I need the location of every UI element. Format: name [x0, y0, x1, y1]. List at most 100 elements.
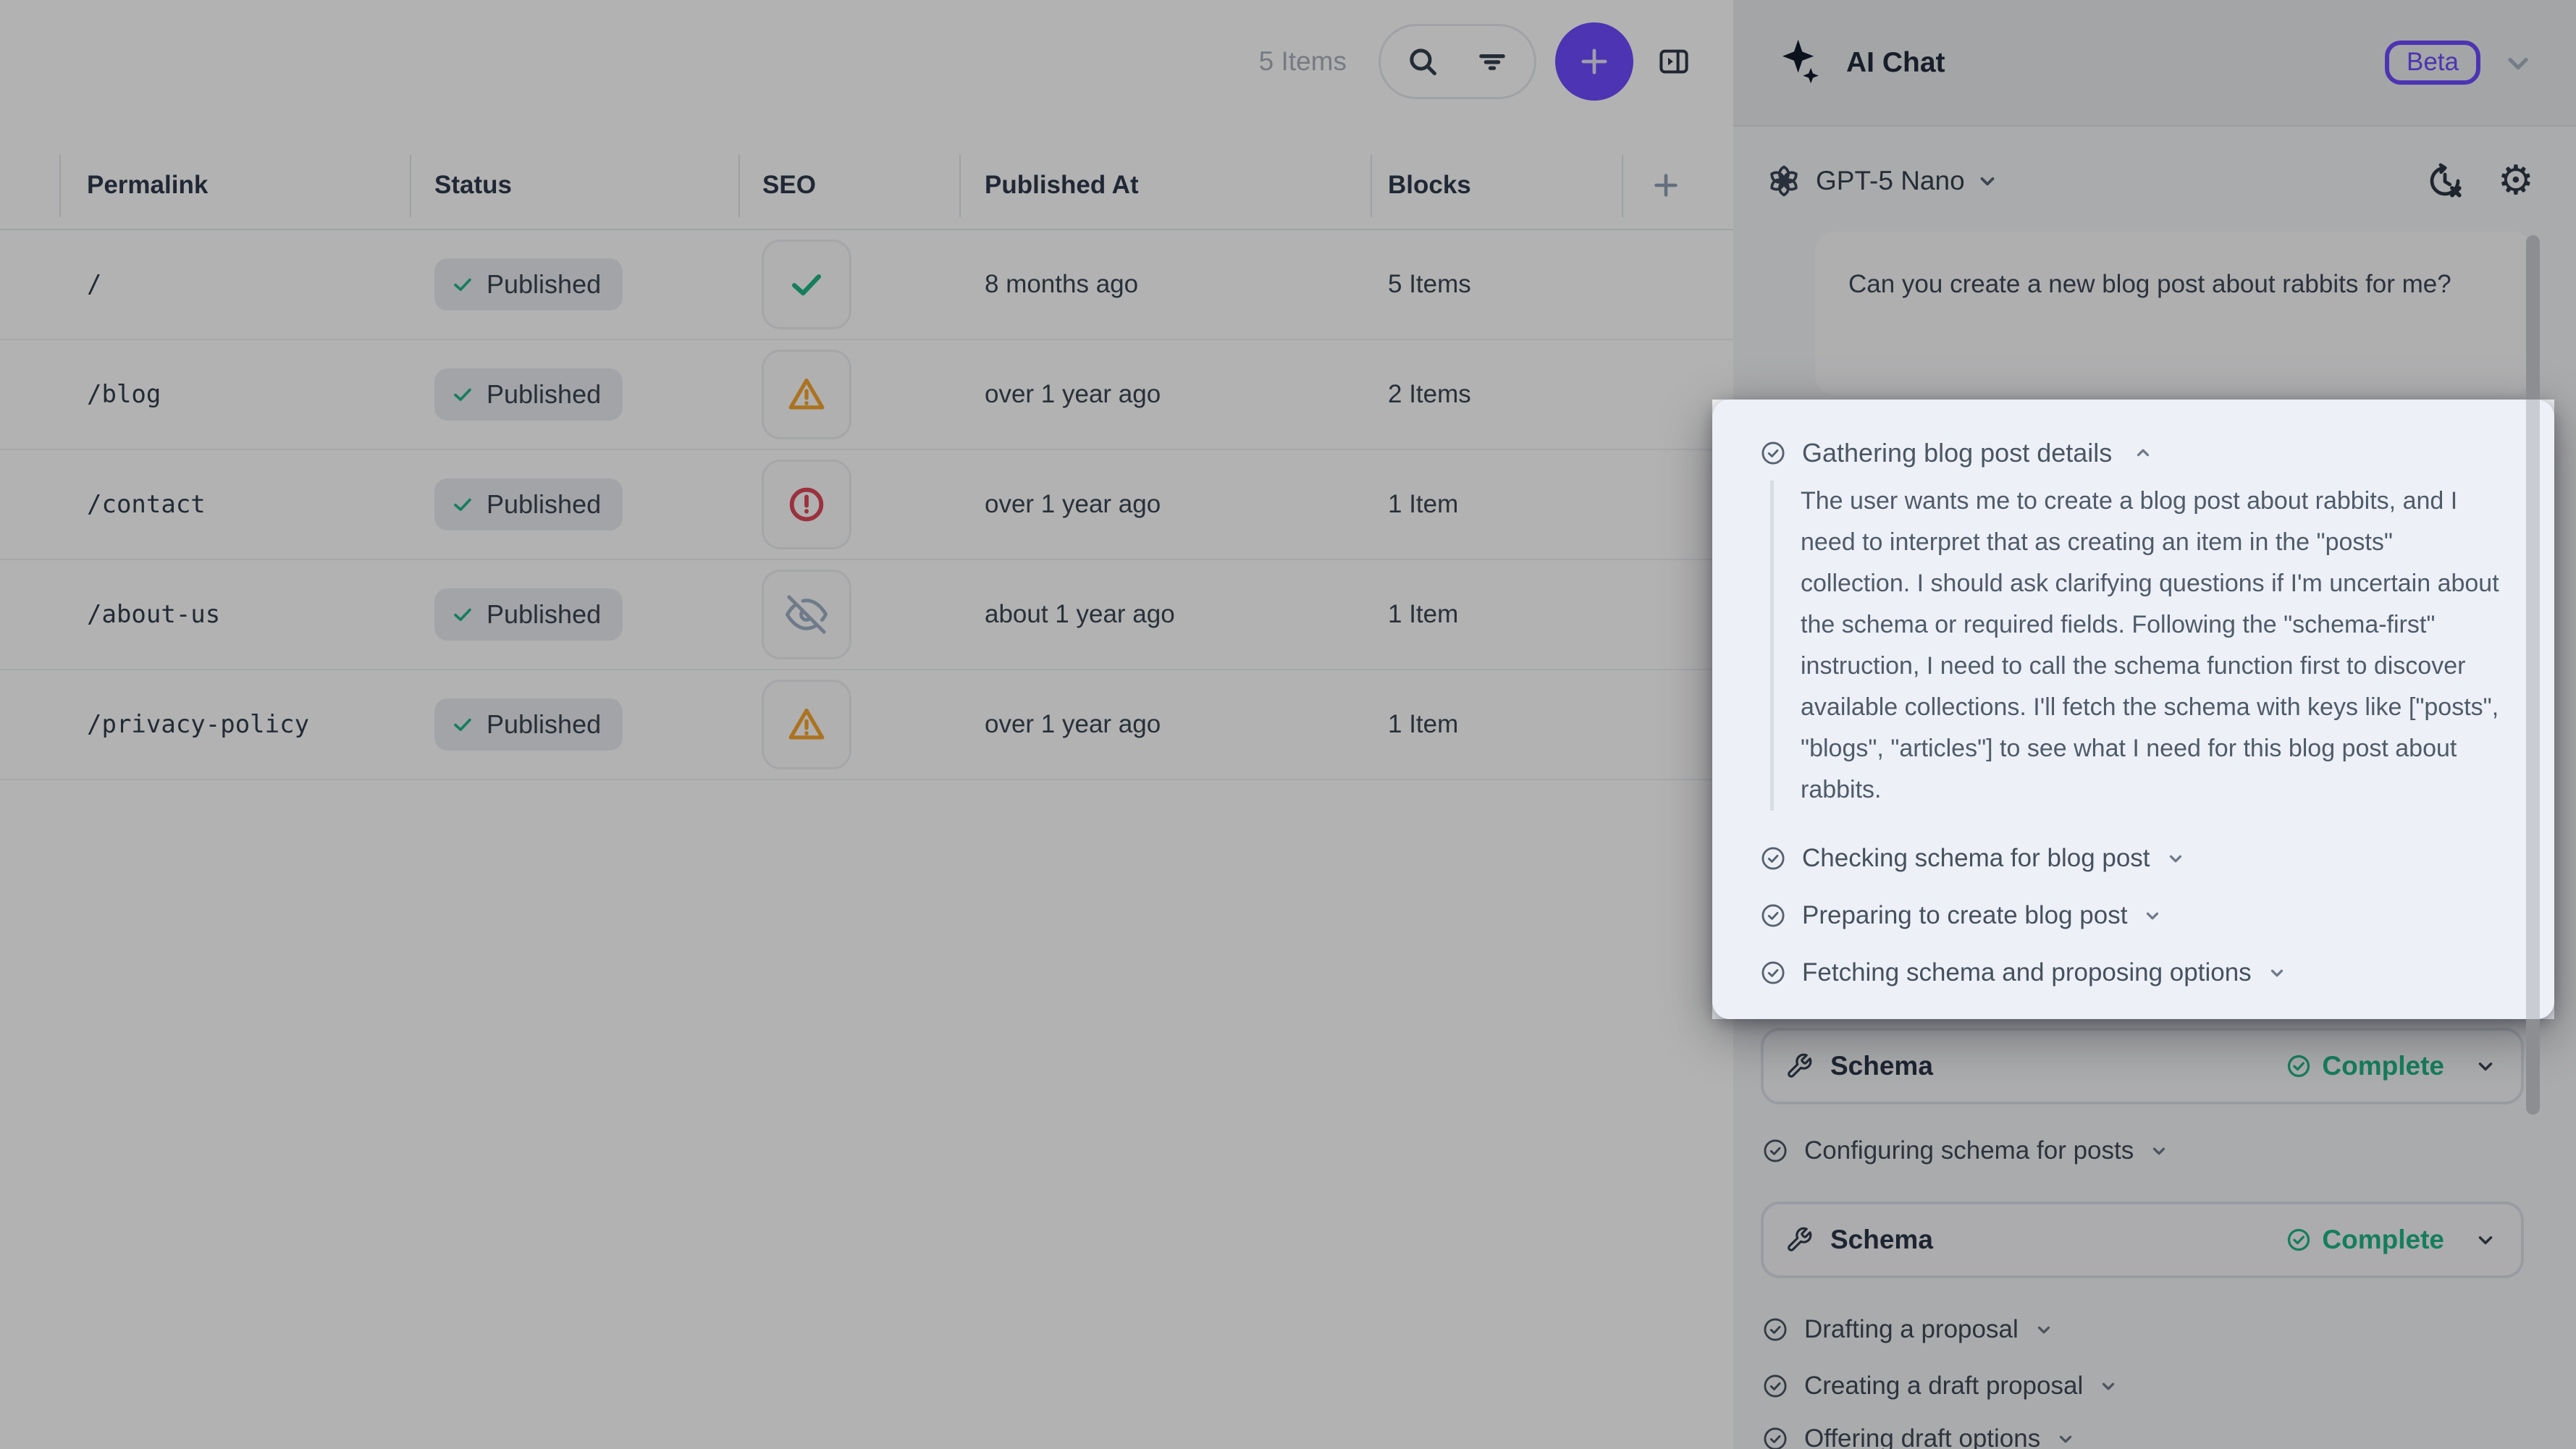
permalink-cell: / — [87, 270, 101, 299]
column-header-seo[interactable]: SEO — [762, 171, 816, 200]
model-selector[interactable]: GPT-5 Nano — [1816, 166, 1965, 196]
reasoning-step-fetching-schema[interactable]: Fetching schema and proposing options — [1760, 944, 2513, 1001]
tool-name: Schema — [1830, 1051, 1933, 1081]
status-cell: Published — [434, 698, 623, 751]
beta-badge: Beta — [2385, 41, 2480, 85]
status-label: Published — [487, 379, 601, 410]
seo-hidden-button[interactable] — [762, 570, 851, 659]
step-label: Creating a draft proposal — [1804, 1372, 2083, 1401]
check-circle-icon — [1760, 960, 1786, 986]
reasoning-step-configuring[interactable]: Configuring schema for posts — [1762, 1123, 2168, 1178]
table-row[interactable]: /blog Published over 1 year ago 2 Items — [0, 340, 1733, 450]
status-badge: Published — [434, 698, 623, 751]
step-label: Fetching schema and proposing options — [1802, 958, 2252, 987]
model-selector-row: GPT-5 Nano ⚙ — [1733, 127, 2576, 235]
panel-title: AI Chat — [1846, 47, 1945, 79]
column-header-status[interactable]: Status — [434, 171, 512, 200]
seo-cell — [762, 460, 851, 549]
status-cell: Published — [434, 478, 623, 531]
collection-view: 5 Items — [0, 0, 1733, 1449]
chevron-down-icon — [2268, 963, 2286, 982]
reasoning-step-checking-schema[interactable]: Checking schema for blog post — [1760, 829, 2513, 887]
status-badge: Published — [434, 368, 623, 421]
check-circle-icon — [2286, 1053, 2312, 1079]
table-body: / Published 8 months ago 5 Items /bl — [0, 230, 1733, 780]
seo-cell — [762, 680, 851, 769]
chat-scrollbar-thumb[interactable] — [2526, 235, 2540, 1115]
reasoning-step-gathering[interactable]: Gathering blog post details — [1760, 433, 2152, 473]
search-filter-group — [1379, 24, 1536, 99]
gear-icon: ⚙ — [2498, 161, 2534, 201]
chevron-down-icon[interactable] — [2502, 47, 2534, 79]
check-circle-icon — [1760, 903, 1786, 929]
tool-call-card-schema-1[interactable]: Schema Complete — [1761, 1028, 2524, 1104]
status-label: Published — [487, 709, 601, 740]
column-separator — [59, 155, 61, 217]
seo-warning-icon — [786, 704, 828, 745]
table-row[interactable]: /contact Published over 1 year ago 1 Ite… — [0, 450, 1733, 560]
seo-cell — [762, 240, 851, 329]
status-badge: Published — [434, 478, 623, 531]
seo-warning-icon — [786, 373, 828, 415]
seo-warning-button[interactable] — [762, 680, 851, 769]
add-column-button[interactable] — [1649, 169, 1683, 202]
table-row[interactable]: /about-us Published — [0, 560, 1733, 670]
tool-call-card-schema-2[interactable]: Schema Complete — [1761, 1201, 2524, 1278]
chevron-down-icon — [1977, 170, 1998, 192]
published-at-cell: 8 months ago — [985, 270, 1138, 299]
add-item-button[interactable] — [1555, 22, 1633, 101]
search-button[interactable] — [1404, 43, 1441, 80]
settings-button[interactable]: ⚙ — [2498, 161, 2534, 201]
item-count: 5 Items — [1259, 46, 1347, 77]
toggle-sidebar-button[interactable] — [1652, 40, 1696, 83]
reasoning-collapsed-steps: Checking schema for blog post Preparing … — [1760, 829, 2513, 1001]
permalink-cell: /about-us — [87, 600, 220, 629]
table-row[interactable]: / Published 8 months ago 5 Items — [0, 230, 1733, 340]
table-header: Permalink Status SEO Published At Blocks — [0, 142, 1733, 230]
seo-warning-button[interactable] — [762, 350, 851, 439]
openai-logo-icon — [1767, 164, 1801, 198]
panel-right-icon — [1657, 40, 1691, 83]
column-separator — [1371, 155, 1372, 217]
chevron-down-icon — [2056, 1429, 2075, 1448]
column-header-blocks[interactable]: Blocks — [1388, 171, 1471, 200]
seo-error-icon — [786, 483, 828, 525]
status-label: Published — [487, 269, 601, 300]
check-icon — [450, 492, 475, 517]
chevron-down-icon — [2034, 1320, 2053, 1339]
seo-cell — [762, 350, 851, 439]
reasoning-step-offering-options[interactable]: Offering draft options — [1762, 1411, 2075, 1449]
chevron-down-icon — [2475, 1229, 2496, 1251]
seo-cell — [762, 570, 851, 659]
seo-check-icon — [786, 263, 828, 305]
chevron-up-icon — [2134, 444, 2152, 462]
permalink-cell: /blog — [87, 380, 161, 409]
blocks-cell: 1 Item — [1388, 710, 1458, 739]
filter-button[interactable] — [1473, 43, 1511, 80]
history-clear-icon — [2425, 161, 2465, 200]
chevron-down-icon — [2150, 1141, 2168, 1160]
reasoning-step-preparing-create[interactable]: Preparing to create blog post — [1760, 887, 2513, 944]
published-at-cell: about 1 year ago — [985, 600, 1175, 629]
reasoning-step-creating-draft[interactable]: Creating a draft proposal — [1762, 1359, 2118, 1414]
chevron-down-icon — [2099, 1377, 2118, 1395]
permalink-cell: /privacy-policy — [87, 710, 309, 739]
table-row[interactable]: /privacy-policy Published over 1 year ag… — [0, 670, 1733, 780]
wrench-icon — [1785, 1052, 1813, 1080]
blocks-cell: 1 Item — [1388, 490, 1458, 519]
tool-name: Schema — [1830, 1225, 1933, 1255]
clear-history-button[interactable] — [2425, 161, 2465, 200]
chevron-down-icon — [2475, 1055, 2496, 1077]
column-header-permalink[interactable]: Permalink — [87, 171, 208, 200]
reasoning-step-drafting[interactable]: Drafting a proposal — [1762, 1302, 2053, 1357]
seo-pass-button[interactable] — [762, 240, 851, 329]
seo-error-button[interactable] — [762, 460, 851, 549]
check-circle-icon — [2286, 1227, 2312, 1253]
column-header-published-at[interactable]: Published At — [985, 171, 1139, 200]
check-icon — [450, 272, 475, 297]
plus-icon — [1649, 169, 1683, 202]
check-icon — [450, 602, 475, 627]
search-icon — [1404, 43, 1441, 80]
reasoning-body-text: The user wants me to create a blog post … — [1770, 481, 2501, 811]
collection-toolbar: 5 Items — [1259, 22, 1696, 101]
